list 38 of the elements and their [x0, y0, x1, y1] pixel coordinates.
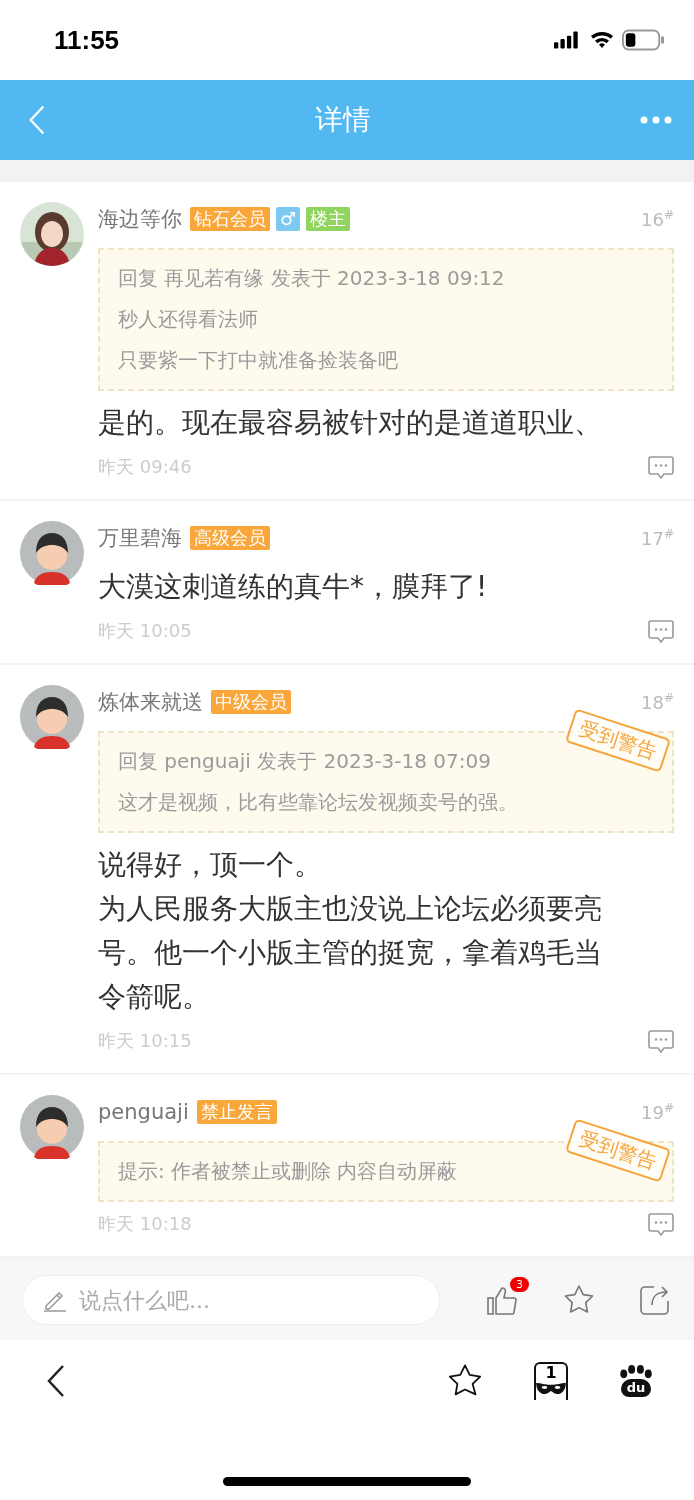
author-name[interactable]: 海边等你 [98, 205, 182, 233]
page-title: 详情 [315, 102, 371, 138]
comment-icon[interactable] [648, 455, 674, 479]
comment-icon[interactable] [648, 1029, 674, 1053]
comment-icon[interactable] [648, 1212, 674, 1236]
member-tag: ♂ [276, 207, 301, 231]
share-icon[interactable] [638, 1283, 672, 1317]
wifi-icon [590, 31, 614, 49]
quote-text: 这才是视频，比有些靠论坛发视频卖号的强。 [118, 789, 518, 816]
member-tag: 禁止发言 [196, 1100, 277, 1124]
comment-icon[interactable] [648, 619, 674, 643]
post-text: 说得好，顶一个。 [98, 847, 323, 883]
status-time: 11:55 [54, 24, 120, 56]
post-text: 为人民服务大版主也没说上论坛必须要亮号。他一个小版主管的挺宽，拿着鸡毛当令箭呢。 [98, 891, 603, 1015]
quote-text: 提示: 作者被禁止或删除 内容自动屏蔽 [118, 1158, 458, 1185]
tabs-button[interactable]: 1 [534, 1362, 568, 1400]
back-icon[interactable] [46, 1364, 66, 1398]
mask-icon [534, 1382, 568, 1395]
count-badge: 3 [510, 1277, 529, 1292]
floor-number: 17$^{#}$ [641, 527, 674, 549]
battery-icon [622, 29, 664, 51]
member-tag: 高级会员 [190, 526, 270, 550]
floor-number: 16$^{#}$ [641, 208, 674, 230]
author-name[interactable]: penguaji [98, 1100, 189, 1124]
member-tag: 楼主 [306, 207, 351, 231]
member-tag: 钻石会员 [190, 207, 270, 231]
author-name[interactable]: 万里碧海 [98, 524, 182, 552]
post-text: 大漠这刺道练的真牛*，膜拜了! [98, 569, 489, 605]
quote-text: 回复 penguaji 发表于 2023-3-18 07:09 [118, 748, 491, 775]
member-tag: 中级会员 [211, 690, 291, 714]
quote-text: 秒人还得看法师 [118, 306, 258, 333]
author-name[interactable]: 炼体来就送 [98, 688, 203, 716]
comment-field[interactable]: 说点什么吧... [22, 1275, 440, 1325]
quote-text: 只要紫一下打中就准备捡装备吧 [118, 347, 398, 374]
paw-toes-icon [618, 1365, 654, 1379]
more-icon[interactable] [640, 116, 672, 124]
post-text: 是的。现在最容易被针对的是道道职业、 [98, 405, 603, 441]
quote-text: 回复 再见若有缘 发表于 2023-3-18 09:12 [118, 265, 505, 292]
